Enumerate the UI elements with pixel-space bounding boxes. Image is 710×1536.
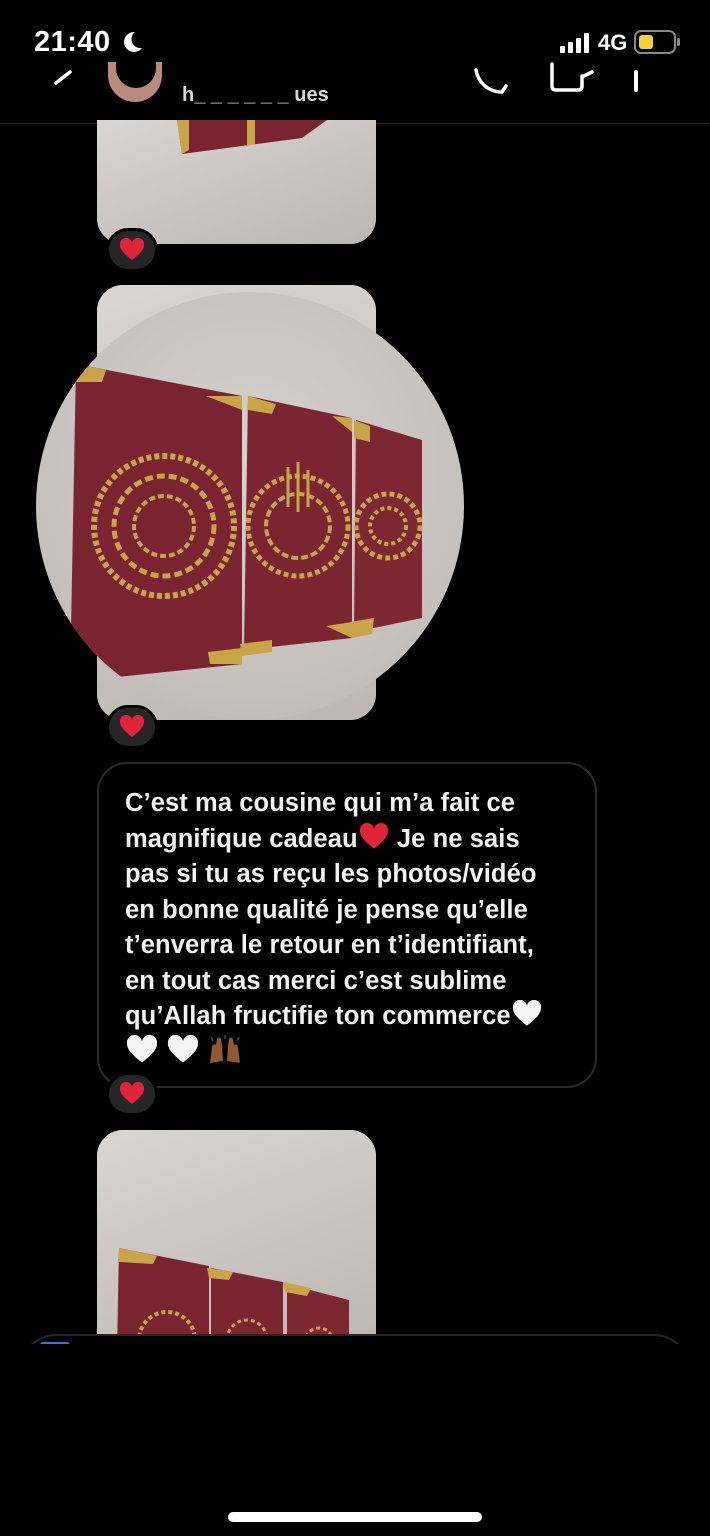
canvas-artwork [117,1248,349,1350]
canvas-triptych [70,364,423,682]
home-indicator[interactable] [228,1512,482,1522]
message-line: qu’Allah fructifie ton commerce [125,999,571,1035]
photo-message[interactable] [97,120,376,244]
message-line: en bonne qualité je pense qu’elle [125,895,528,924]
photo-message[interactable] [97,1130,376,1350]
bottom-area [0,1344,710,1536]
white-heart-emoji-icon [126,1034,158,1062]
battery-icon [634,30,680,54]
moon-icon [124,31,142,52]
network-label: 4G [598,30,628,55]
signal-icon [560,33,589,53]
back-icon[interactable] [48,68,78,98]
message-line: en tout cas merci c’est sublime [125,966,507,995]
message-line: magnifique cadeau Je ne sais [125,822,571,858]
avatar[interactable] [108,62,162,102]
white-heart-emoji-icon [512,1000,541,1026]
message-text: C’est ma cousine qui m’a fait ce magnifi… [125,786,571,1071]
reaction-badge[interactable] [106,228,158,272]
reaction-badge[interactable] [106,1072,158,1116]
message-line-part: magnifique cadeau [125,824,358,853]
call-icon[interactable] [472,64,512,96]
reaction-badge[interactable] [106,705,158,749]
status-time: 21:40 [34,26,111,58]
message-line-part: qu’Allah fructifie ton commerce [125,1002,511,1030]
message-line-part: Je ne sais [389,824,520,853]
heart-icon [119,238,145,260]
info-icon[interactable] [626,62,646,98]
header-username[interactable]: h_ _ _ _ _ _ ues [182,84,329,107]
chat-header: h_ _ _ _ _ _ ues [0,62,710,124]
message-line: C’est ma cousine qui m’a fait ce [125,789,516,817]
red-heart-emoji-icon [359,822,388,849]
heart-icon [119,715,145,737]
message-line: t’enverra le retour en t’identifiant, [125,931,534,959]
video-icon[interactable] [548,62,594,96]
dm-conversation-screen: 21:40 4G h_ _ _ _ _ _ ues C’est ma cousi… [0,0,710,1536]
zoom-preview [36,292,464,720]
text-message-bubble[interactable]: C’est ma cousine qui m’a fait ce magnifi… [97,762,597,1088]
heart-icon [119,1082,145,1104]
message-line [125,1034,571,1072]
canvas-artwork [177,120,327,154]
raising-hands-emoji-icon [210,1034,241,1063]
message-line: pas si tu as reçu les photos/vidéo [125,860,537,888]
white-heart-emoji-icon [168,1034,199,1062]
